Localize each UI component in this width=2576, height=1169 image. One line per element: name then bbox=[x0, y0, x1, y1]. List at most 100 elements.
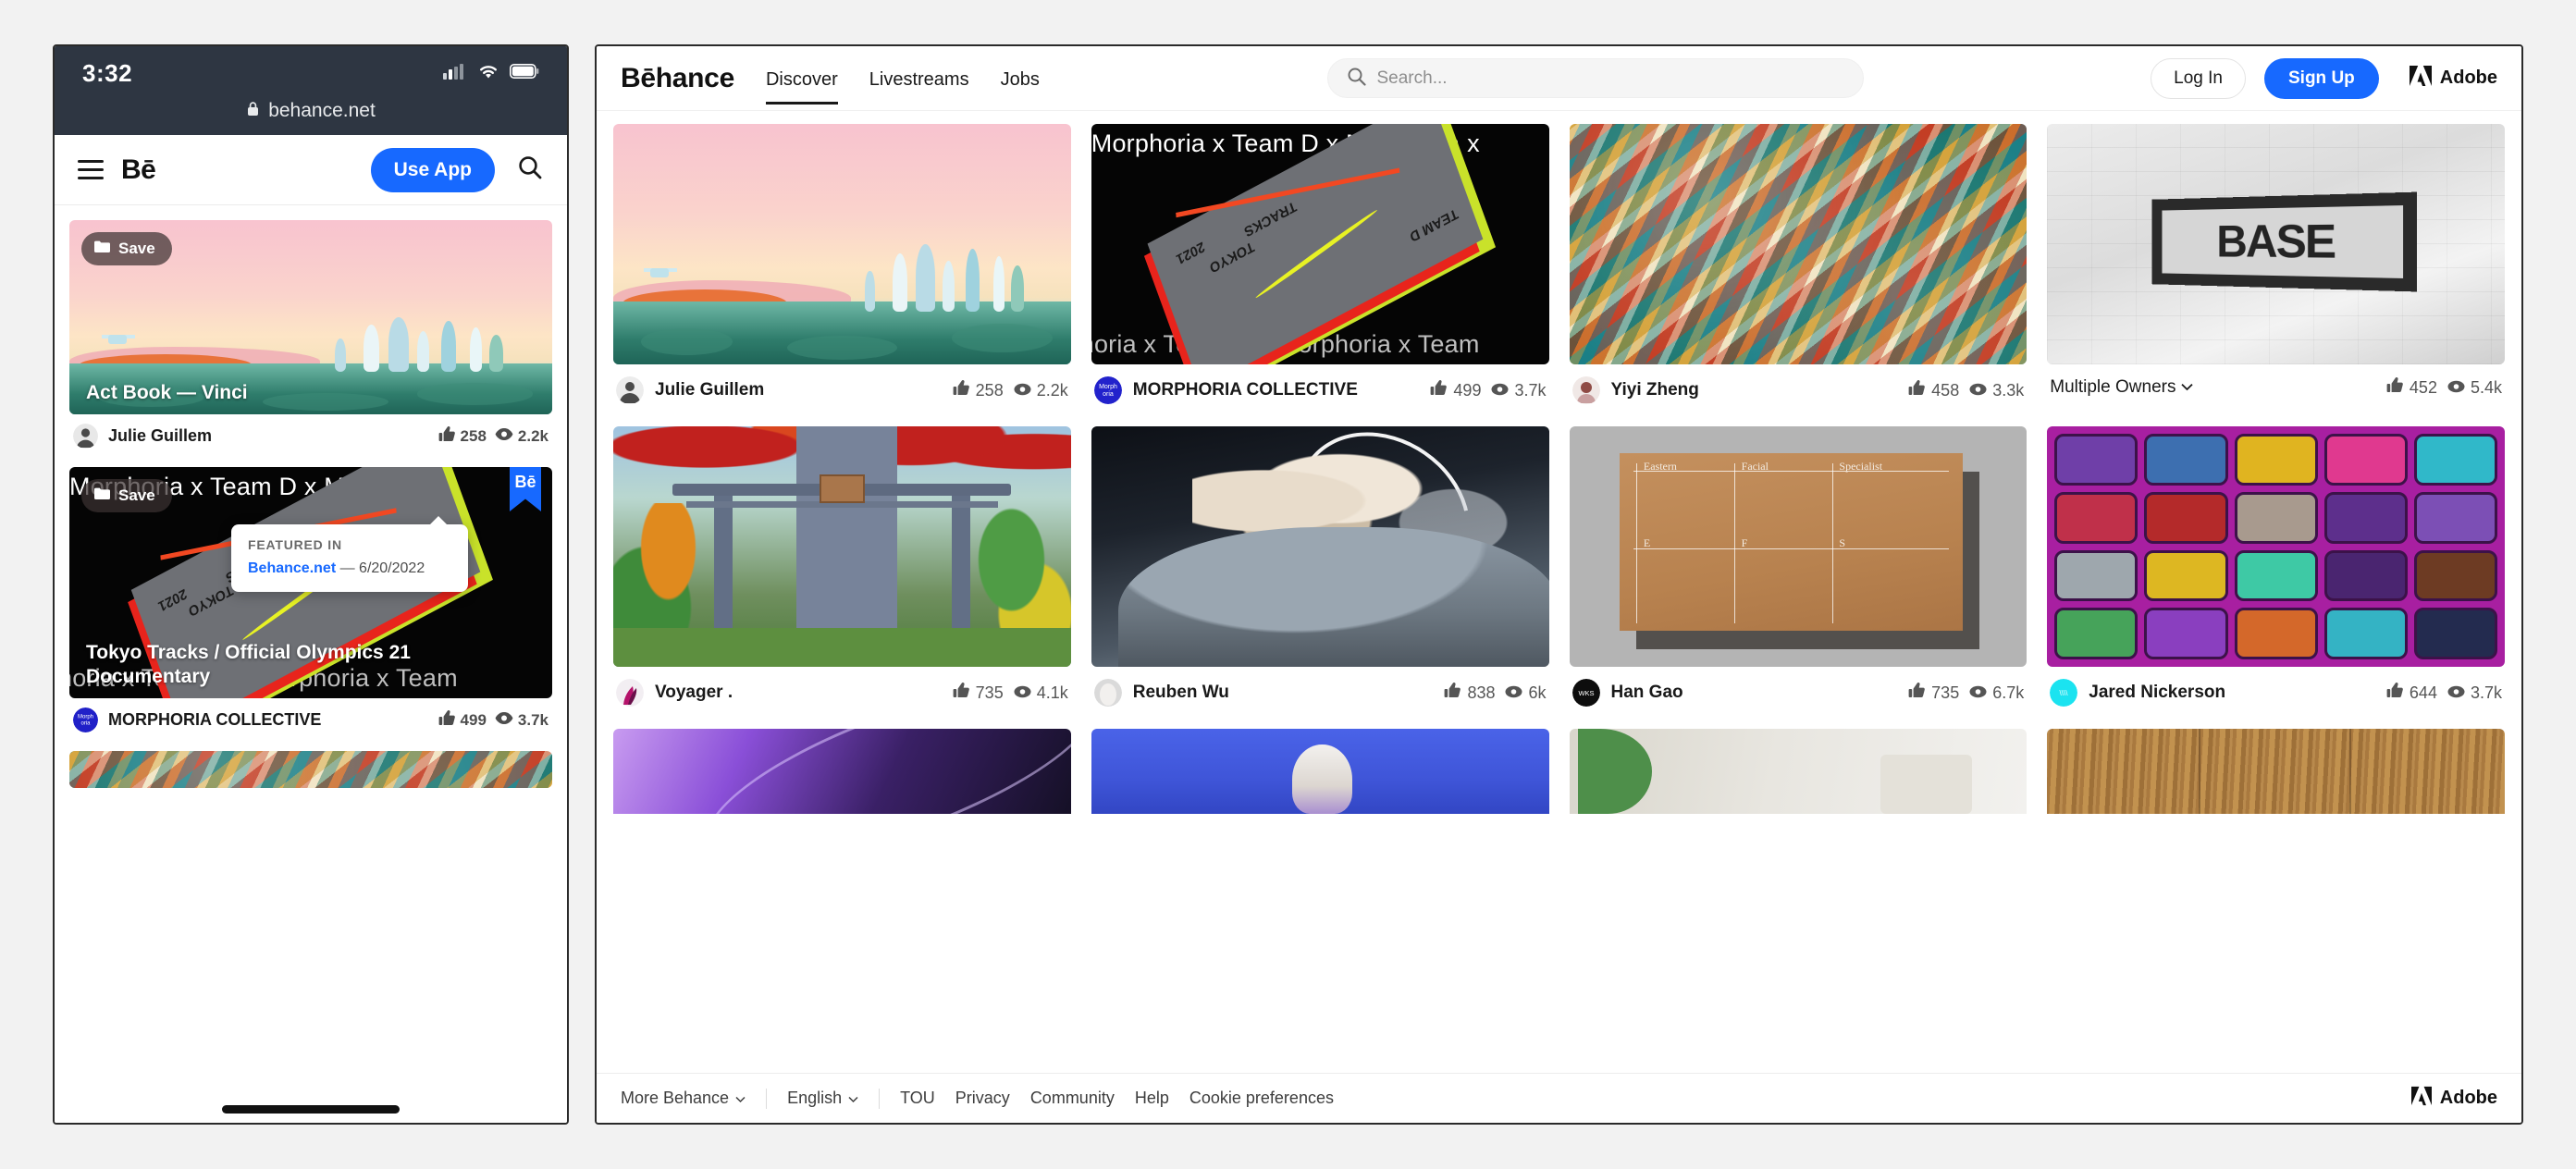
behance-logo-desktop[interactable]: Bēhance bbox=[621, 63, 734, 94]
project-thumbnail[interactable]: BASE bbox=[2047, 124, 2505, 364]
footer-link-tou[interactable]: TOU bbox=[900, 1089, 935, 1108]
tooltip-link[interactable]: Behance.net bbox=[248, 560, 336, 576]
project-thumbnail[interactable] bbox=[2047, 729, 2505, 814]
adobe-brand-mark[interactable]: Adobe bbox=[2409, 65, 2497, 92]
project-thumbnail[interactable] bbox=[2047, 426, 2505, 667]
project-card[interactable]: \\\\ Jared Nickerson 644 3.7k bbox=[2047, 426, 2505, 721]
project-owner[interactable]: Multiple Owners bbox=[2050, 377, 2175, 398]
project-owner[interactable]: Reuben Wu bbox=[1133, 683, 1229, 703]
behance-logo-mobile[interactable]: Bē bbox=[121, 154, 155, 186]
views-count: 4.1k bbox=[1037, 683, 1068, 703]
project-owner[interactable]: Julie Guillem bbox=[655, 380, 764, 400]
project-thumbnail[interactable]: Eastern Facial Specialist E F S bbox=[1570, 426, 2028, 667]
footer-link-privacy[interactable]: Privacy bbox=[955, 1089, 1010, 1108]
featured-ribbon-badge[interactable]: Bē bbox=[510, 467, 541, 511]
avatar[interactable] bbox=[616, 376, 644, 404]
base-sign-artwork: BASE bbox=[2152, 192, 2417, 292]
project-thumbnail[interactable] bbox=[1570, 729, 2028, 814]
save-button[interactable]: Save bbox=[81, 232, 172, 265]
save-button[interactable]: Save bbox=[81, 479, 172, 512]
project-owner[interactable]: Yiyi Zheng bbox=[1611, 380, 1699, 400]
nav-item-discover[interactable]: Discover bbox=[766, 46, 838, 110]
project-thumbnail[interactable] bbox=[613, 124, 1071, 364]
avatar[interactable]: \\\\ bbox=[2050, 679, 2077, 707]
project-card[interactable]: Yiyi Zheng 458 3.3k bbox=[1570, 124, 2028, 419]
project-thumbnail[interactable] bbox=[1570, 124, 2028, 364]
search-bar[interactable] bbox=[1327, 58, 1864, 98]
search-input[interactable] bbox=[1377, 68, 1844, 89]
avatar[interactable] bbox=[73, 424, 98, 449]
views-count: 3.3k bbox=[1992, 381, 2024, 400]
project-owner[interactable]: Han Gao bbox=[1611, 683, 1683, 703]
footer-divider bbox=[879, 1089, 880, 1109]
project-owner[interactable]: Voyager . bbox=[655, 683, 733, 703]
project-thumbnail[interactable] bbox=[1091, 426, 1549, 667]
project-stats: 452 5.4k bbox=[2386, 376, 2502, 399]
chevron-down-icon[interactable] bbox=[2181, 379, 2193, 396]
project-thumbnail[interactable]: Morphoria x Team D x Morphoria x horia x… bbox=[69, 467, 552, 698]
thumbs-up-icon bbox=[438, 425, 456, 448]
project-owner[interactable]: Jared Nickerson bbox=[2089, 683, 2225, 703]
project-card[interactable] bbox=[613, 729, 1071, 814]
footer-adobe-brand-mark[interactable]: Adobe bbox=[2410, 1086, 2497, 1112]
project-card[interactable]: BASE Multiple Owners 452 5.4k bbox=[2047, 124, 2505, 419]
project-thumbnail[interactable] bbox=[1091, 729, 1549, 814]
project-card[interactable]: Eastern Facial Specialist E F S WKS Han … bbox=[1570, 426, 2028, 721]
project-card[interactable] bbox=[1570, 729, 2028, 814]
project-owner[interactable]: MORPHORIA COLLECTIVE bbox=[1133, 380, 1358, 400]
avatar[interactable] bbox=[616, 679, 644, 707]
avatar[interactable]: Morph oria bbox=[73, 708, 98, 732]
appreciations-count: 735 bbox=[1931, 683, 1959, 703]
avatar[interactable]: Morph oria bbox=[1094, 376, 1122, 404]
appreciations-stat: 735 bbox=[953, 682, 1004, 704]
project-card[interactable]: Voyager . 735 4.1k bbox=[613, 426, 1071, 721]
search-icon[interactable] bbox=[516, 154, 544, 186]
nav-item-jobs[interactable]: Jobs bbox=[1001, 46, 1040, 110]
thumbs-up-icon bbox=[1430, 379, 1448, 401]
avatar[interactable] bbox=[1572, 376, 1600, 404]
svg-text:oria: oria bbox=[80, 721, 91, 727]
project-thumbnail[interactable] bbox=[613, 426, 1071, 667]
avatar[interactable]: WKS bbox=[1572, 679, 1600, 707]
views-stat: 3.7k bbox=[2447, 683, 2502, 703]
nav-item-livestreams[interactable]: Livestreams bbox=[869, 46, 969, 110]
project-card[interactable]: Morphoria x Team D x Morphoria x horia x… bbox=[1091, 124, 1549, 419]
discover-grid-wrapper[interactable]: Julie Guillem 258 2.2k Morphoria x Team … bbox=[597, 111, 2521, 1073]
project-meta: WKS Han Gao 735 6.7k bbox=[1570, 667, 2028, 721]
project-meta: Reuben Wu 838 6k bbox=[1091, 667, 1549, 721]
header-actions: Log In Sign Up Adobe bbox=[2151, 58, 2497, 99]
project-card[interactable]: Julie Guillem 258 2.2k bbox=[613, 124, 1071, 419]
footer-link-community[interactable]: Community bbox=[1030, 1089, 1115, 1108]
project-card[interactable]: Reuben Wu 838 6k bbox=[1091, 426, 1549, 721]
tooltip-label: FEATURED IN bbox=[248, 537, 451, 552]
project-card[interactable] bbox=[1091, 729, 1549, 814]
hamburger-menu-icon[interactable] bbox=[78, 160, 104, 179]
footer-divider bbox=[766, 1089, 767, 1109]
footer-link-help[interactable]: Help bbox=[1135, 1089, 1169, 1108]
project-thumbnail[interactable] bbox=[613, 729, 1071, 814]
cellular-signal-icon bbox=[443, 63, 467, 84]
mobile-project-card[interactable]: Save Act Book — Vinci Julie Guillem 258 … bbox=[69, 220, 552, 461]
project-thumbnail[interactable]: Morphoria x Team D x Morphoria x horia x… bbox=[1091, 124, 1549, 364]
footer-language-selector[interactable]: English bbox=[787, 1089, 858, 1108]
status-time: 3:32 bbox=[82, 59, 132, 88]
project-owner[interactable]: Julie Guillem bbox=[108, 426, 212, 446]
views-count: 5.4k bbox=[2471, 378, 2502, 398]
appreciations-count: 452 bbox=[2410, 378, 2437, 398]
mobile-project-card[interactable]: Morphoria x Team D x Morphoria x horia x… bbox=[69, 467, 552, 745]
footer-more-behance[interactable]: More Behance bbox=[621, 1089, 746, 1108]
project-owner[interactable]: MORPHORIA COLLECTIVE bbox=[108, 710, 321, 730]
mobile-project-card[interactable] bbox=[69, 751, 552, 788]
footer-link-cookie-preferences[interactable]: Cookie preferences bbox=[1189, 1089, 1334, 1108]
sign-up-button[interactable]: Sign Up bbox=[2264, 58, 2379, 99]
mobile-preview-panel: 3:32 behance.net Bē Use App Save Act Boo… bbox=[53, 44, 569, 1125]
use-app-button[interactable]: Use App bbox=[371, 148, 495, 192]
mobile-feed[interactable]: Save Act Book — Vinci Julie Guillem 258 … bbox=[55, 205, 567, 1123]
svg-text:Morph: Morph bbox=[1099, 384, 1117, 390]
project-thumbnail[interactable]: Save Act Book — Vinci bbox=[69, 220, 552, 414]
avatar[interactable] bbox=[1094, 679, 1122, 707]
project-card[interactable] bbox=[2047, 729, 2505, 814]
log-in-button[interactable]: Log In bbox=[2151, 58, 2246, 99]
mobile-url-bar[interactable]: behance.net bbox=[55, 100, 567, 135]
project-thumbnail[interactable] bbox=[69, 751, 552, 788]
